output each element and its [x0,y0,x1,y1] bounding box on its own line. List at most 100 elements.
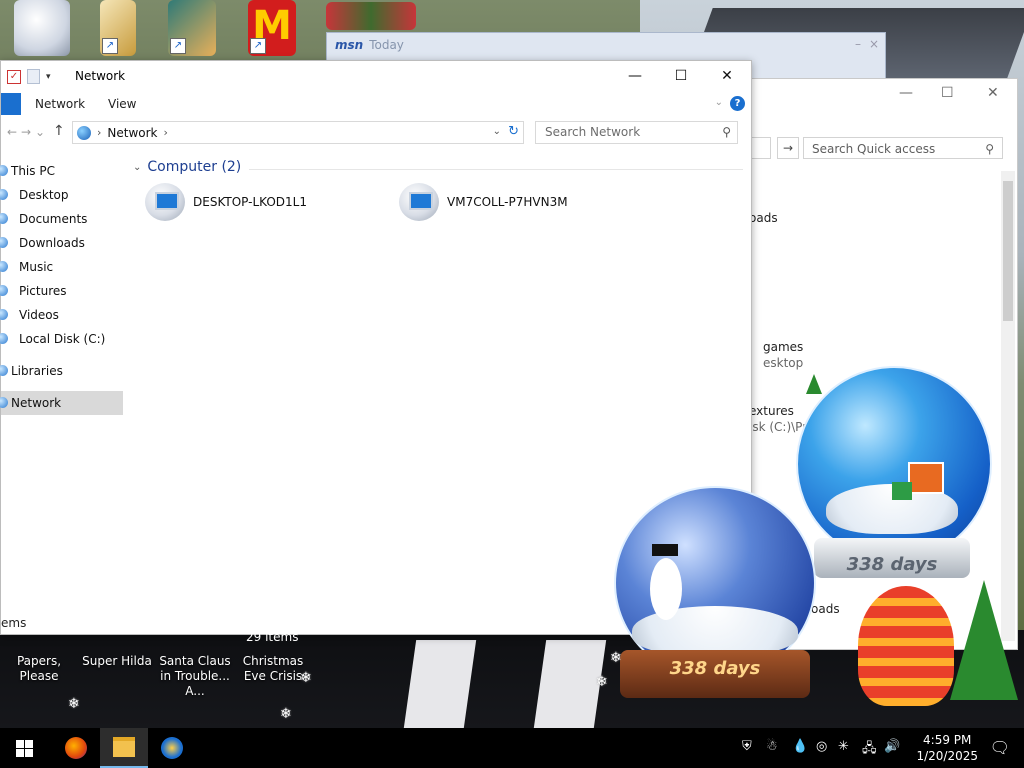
ribbon: Network View ⌄ ? [1,91,751,117]
mcdonalds-icon[interactable]: M ↗ [248,0,296,56]
sidebar-item-downloads[interactable]: Downloads [0,231,123,255]
taskbar-firefox[interactable] [52,728,100,768]
desktop-shortcut-super-hilda[interactable]: Super Hilda [78,636,156,669]
desktop-shortcut-santa-claus[interactable]: Santa Claus in Trouble... A... [156,636,234,699]
up-button[interactable]: ↑ [53,123,65,139]
sidebar-item-pictures[interactable]: Pictures [0,279,123,303]
sidebar-item-desktop[interactable]: Desktop [0,183,123,207]
snowflake-tray-icon[interactable]: ✳ [838,739,849,754]
navigation-pane: This PC Desktop Documents Downloads Musi… [0,159,123,415]
computer-name: VM7COLL-P7HVN3M [447,195,568,209]
system-clock[interactable]: 4:59 PM 1/20/2025 [916,732,978,764]
desktop-shortcut-papers-please[interactable]: Papers, Please [0,636,78,684]
list-item[interactable]: DESKTOP-LKOD1L1 [145,183,307,221]
libraries-icon [0,365,8,376]
sidebar-item-label: This PC [11,164,55,178]
bg-close-button[interactable]: ✕ [987,85,999,101]
drops-tray-icon[interactable]: 💧 [792,739,808,754]
desktop-shortcut-label: Papers, Please [16,654,62,683]
msn-minimize-button[interactable]: – [855,37,861,51]
breadcrumb-network[interactable]: Network [107,126,157,140]
file-tab[interactable] [1,93,21,115]
list-item[interactable]: VM7COLL-P7HVN3M [399,183,568,221]
collapse-chevron-icon[interactable]: ⌄ [133,162,141,173]
bg-go-button[interactable]: → [777,137,799,159]
customize-toolbar-caret[interactable]: ▾ [46,72,51,82]
group-divider [249,169,743,170]
group-header-computer[interactable]: ⌄ Computer (2) [133,159,241,175]
mini-tree-icon [806,374,822,394]
refresh-icon[interactable]: ↻ [508,124,519,139]
snowman-hat-icon [652,544,678,556]
security-tray-icon[interactable]: ⛨ [742,739,752,754]
sidebar-item-this-pc[interactable]: This PC [0,159,123,183]
snow-globe-widget[interactable]: 338 days [796,366,992,586]
bg-recent-dropdown[interactable] [751,137,771,159]
forward-button[interactable]: → [21,125,31,139]
search-icon: ⚲ [722,125,731,139]
orange-tray-icon[interactable]: ◎ [816,739,827,754]
videos-icon [0,309,8,320]
start-button[interactable] [0,728,48,768]
expand-ribbon-icon[interactable]: ⌄ [715,97,723,108]
address-dropdown-icon[interactable]: ⌄ [493,126,501,137]
wallpaper-stripe [403,640,477,728]
bg-minimize-button[interactable]: — [899,85,913,101]
taskbar: ⛨ ☃ 💧 ◎ ✳ 🖧 🔊 4:59 PM 1/20/2025 🗨 [0,728,1024,768]
snowflake-icon: ❄ [68,696,80,712]
search-network-input[interactable]: Search Network ⚲ [535,121,738,144]
computer-icon [0,165,8,176]
sidebar-item-label: Pictures [19,284,67,298]
new-folder-icon[interactable] [27,69,40,84]
sidebar-item-label: Desktop [19,188,69,202]
bg-scrollbar-thumb[interactable] [1003,181,1013,321]
sidebar-item-documents[interactable]: Documents [0,207,123,231]
close-button[interactable]: ✕ [704,61,750,91]
volume-icon[interactable]: 🔊 [884,739,900,754]
snowflake-icon: ❄ [596,674,608,690]
breadcrumb-separator[interactable]: › [164,126,168,139]
help-icon[interactable]: ? [730,96,745,111]
snowflake-icon: ❄ [280,706,292,722]
recent-locations-button[interactable]: ⌄ [35,125,45,139]
media-icon[interactable]: ↗ [100,0,136,56]
music-icon [0,261,8,272]
game-icon[interactable]: ↗ [168,0,216,56]
snowflake-icon: ❄ [610,650,622,666]
network-tray-icon[interactable]: 🖧 [862,739,877,761]
drive-icon [0,333,8,344]
bg-item-label: games [763,340,804,354]
properties-icon[interactable]: ✓ [7,69,21,84]
taskbar-file-explorer[interactable] [100,728,148,768]
snowflake-icon: ❄ [300,670,312,686]
msn-close-button[interactable]: × [869,37,879,51]
address-bar[interactable]: › Network › ⌄ ↻ [72,121,524,144]
sidebar-item-label: Music [19,260,54,274]
search-icon: ⚲ [985,142,994,156]
sidebar-item-music[interactable]: Music [0,255,123,279]
sidebar-item-libraries[interactable]: Libraries [0,359,123,383]
network-globe-icon [77,125,91,140]
sidebar-item-label: Downloads [19,236,85,250]
taskbar-app[interactable] [148,728,196,768]
snowman-tray-icon[interactable]: ☃ [766,739,778,754]
firefox-icon [65,737,87,759]
bg-scrollbar[interactable] [1001,171,1015,641]
sidebar-item-network[interactable]: Network [0,391,123,415]
tab-network[interactable]: Network [35,97,85,111]
quick-access-search-input[interactable]: Search Quick access ⚲ [803,137,1003,159]
notification-center-icon[interactable]: 🗨 [990,738,1010,757]
sidebar-item-videos[interactable]: Videos [0,303,123,327]
minimize-button[interactable]: — [612,61,658,91]
bg-maximize-button[interactable]: ☐ [941,85,954,101]
maximize-button[interactable]: ☐ [658,61,704,91]
tab-view[interactable]: View [108,97,136,111]
sidebar-item-local-disk[interactable]: Local Disk (C:) [0,327,123,351]
back-button[interactable]: ← [7,125,17,139]
sidebar-item-label: Documents [19,212,88,226]
snow-globe-widget[interactable]: 338 days [612,486,818,700]
gift-icon [908,462,944,494]
network-icon[interactable] [14,0,70,56]
shortcut-arrow-icon: ↗ [170,38,186,54]
